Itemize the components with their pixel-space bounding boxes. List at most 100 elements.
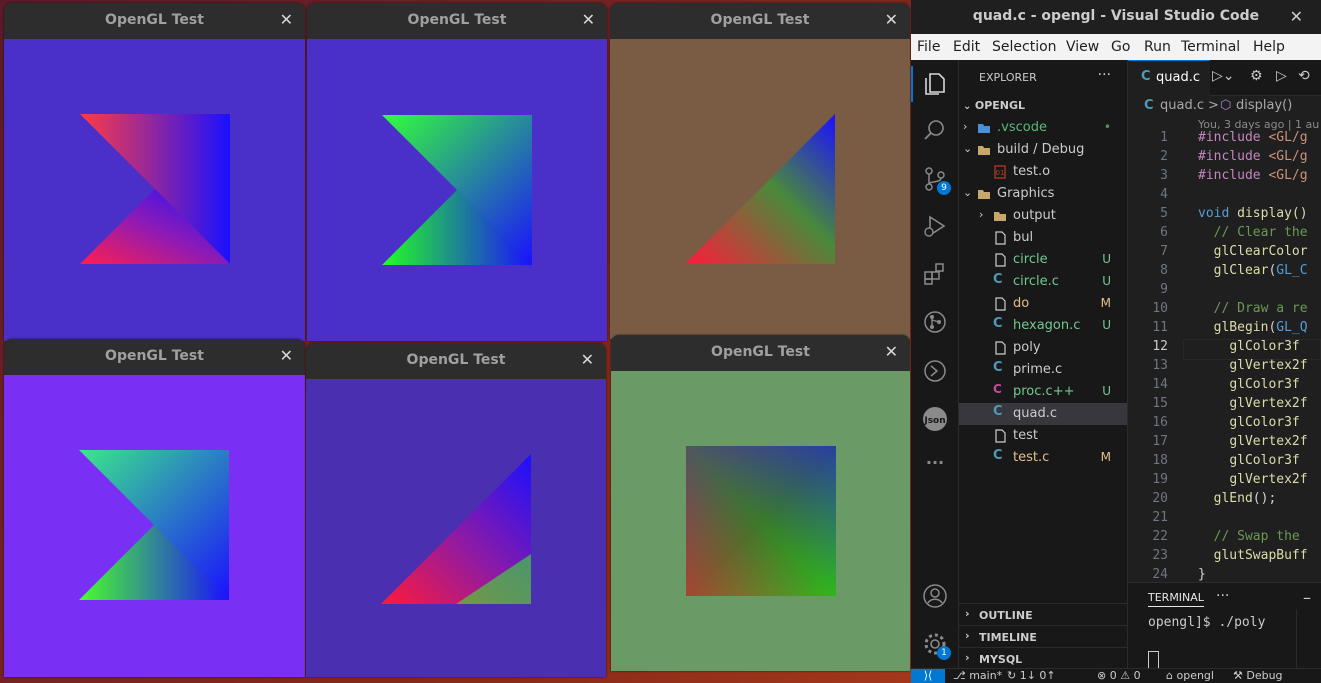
code-line[interactable]: 13 glVertex2f	[1128, 358, 1321, 377]
folder-status[interactable]: ⌂ opengl	[1166, 669, 1214, 683]
search-icon[interactable]	[921, 117, 949, 145]
run-options-icon[interactable]: ▷⌄	[1212, 68, 1235, 84]
problems-status[interactable]: ⊗ 0 ⚠ 0	[1097, 669, 1141, 683]
close-icon[interactable]: ✕	[280, 10, 293, 29]
window-titlebar[interactable]: OpenGL Test ✕	[4, 3, 305, 40]
opengl-window-5[interactable]: OpenGL Test ✕	[306, 343, 606, 677]
menu-help[interactable]: Help	[1253, 39, 1285, 55]
account-icon[interactable]	[921, 582, 949, 610]
close-icon[interactable]: ✕	[280, 346, 293, 365]
code-line[interactable]: 8 glClear(GL_C	[1128, 263, 1321, 282]
extensions-icon[interactable]	[921, 260, 949, 288]
code-line[interactable]: 11 glBegin(GL_Q	[1128, 320, 1321, 339]
tree-item[interactable]: Cproc.c++ U	[959, 381, 1127, 403]
code-line[interactable]: 9	[1128, 282, 1321, 301]
run-debug-icon[interactable]	[921, 212, 949, 240]
code-line[interactable]: 3 #include <GL/g	[1128, 168, 1321, 187]
code-line[interactable]: 4	[1128, 187, 1321, 206]
tree-item[interactable]: ⌄ build / Debug	[959, 139, 1127, 161]
remote-explorer-icon[interactable]	[921, 357, 949, 385]
close-icon[interactable]: ✕	[582, 10, 595, 29]
terminal-tab[interactable]: TERMINAL	[1148, 591, 1204, 607]
play-icon[interactable]: ▷	[1276, 68, 1287, 84]
build-status[interactable]: ⚒ Debug	[1233, 669, 1283, 683]
breadcrumb-symbol[interactable]: display()	[1236, 98, 1292, 113]
tree-item[interactable]: Chexagon.c U	[959, 315, 1127, 337]
tree-item[interactable]: › output	[959, 205, 1127, 227]
git-graph-icon[interactable]	[921, 308, 949, 336]
gear-icon[interactable]: 1	[921, 630, 951, 660]
workspace-root[interactable]: ⌄ OPENGL	[963, 99, 1025, 112]
code-line[interactable]: 2 #include <GL/g	[1128, 149, 1321, 168]
json-icon[interactable]: Json	[921, 405, 949, 433]
more-actions-icon[interactable]: ···	[1098, 67, 1111, 83]
more-icon[interactable]: ···	[921, 453, 949, 481]
opengl-window-4[interactable]: OpenGL Test ✕	[4, 339, 305, 677]
menu-go[interactable]: Go	[1111, 39, 1130, 55]
opengl-window-2[interactable]: OpenGL Test ✕	[307, 3, 607, 341]
more-actions-icon[interactable]: ···	[1216, 588, 1229, 604]
code-line[interactable]: 18 glColor3f	[1128, 453, 1321, 472]
window-titlebar[interactable]: OpenGL Test ✕	[611, 335, 910, 372]
tree-item[interactable]: do M	[959, 293, 1127, 315]
menu-edit[interactable]: Edit	[953, 39, 980, 55]
explorer-icon[interactable]	[921, 70, 949, 98]
opengl-window-3[interactable]: OpenGL Test ✕	[610, 3, 910, 339]
code-line[interactable]: 7 glClearColor	[1128, 244, 1321, 263]
gear-icon[interactable]: ⚙	[1250, 68, 1263, 84]
tree-item[interactable]: Cprime.c	[959, 359, 1127, 381]
code-line[interactable]: 10 // Draw a re	[1128, 301, 1321, 320]
code-line[interactable]: 21	[1128, 510, 1321, 529]
compare-icon[interactable]: ⟲	[1298, 68, 1310, 84]
panel-mysql[interactable]: › MYSQL	[959, 647, 1127, 670]
remote-indicator-icon[interactable]: ⟩⟨	[911, 669, 945, 683]
window-titlebar[interactable]: OpenGL Test ✕	[610, 3, 910, 40]
close-icon[interactable]: ✕	[1290, 7, 1303, 26]
code-line[interactable]: 12 glColor3f	[1128, 339, 1321, 360]
close-icon[interactable]: ✕	[885, 10, 898, 29]
window-titlebar[interactable]: OpenGL Test ✕	[306, 343, 606, 380]
tree-item[interactable]: Cquad.c	[959, 403, 1127, 425]
branch-status[interactable]: ⎇ main*	[953, 669, 1002, 683]
menu-view[interactable]: View	[1066, 39, 1099, 55]
code-line[interactable]: 17 glVertex2f	[1128, 434, 1321, 453]
breadcrumb-file[interactable]: quad.c	[1160, 98, 1204, 113]
opengl-window-6[interactable]: OpenGL Test ✕	[611, 335, 910, 671]
menu-run[interactable]: Run	[1144, 39, 1171, 55]
minus-icon[interactable]: –	[1303, 588, 1311, 607]
tab-quad-c[interactable]: C quad.c	[1128, 60, 1210, 96]
panel-outline[interactable]: › OUTLINE	[959, 603, 1127, 626]
sync-status[interactable]: ↻ 1↓ 0↑	[1007, 669, 1056, 683]
window-titlebar[interactable]: quad.c - opengl - Visual Studio Code ✕	[911, 0, 1321, 34]
source-control-icon[interactable]: 9	[921, 165, 951, 195]
code-line[interactable]: 19 glVertex2f	[1128, 472, 1321, 491]
tree-item[interactable]: Ccircle.c U	[959, 271, 1127, 293]
tree-item[interactable]: 01 test.o	[959, 161, 1127, 183]
code-line[interactable]: 22 // Swap the	[1128, 529, 1321, 548]
tree-item[interactable]: ⌄ Graphics	[959, 183, 1127, 205]
close-icon[interactable]: ✕	[885, 342, 898, 361]
window-titlebar[interactable]: OpenGL Test ✕	[307, 3, 607, 40]
tree-item[interactable]: › .vscode •	[959, 117, 1127, 139]
tree-item[interactable]: Ctest.c M	[959, 447, 1127, 469]
code-line[interactable]: 23 glutSwapBuff	[1128, 548, 1321, 567]
vscode-window[interactable]: quad.c - opengl - Visual Studio Code ✕ F…	[911, 0, 1321, 683]
menu-terminal[interactable]: Terminal	[1181, 39, 1240, 55]
tree-item[interactable]: circle U	[959, 249, 1127, 271]
tree-item[interactable]: test	[959, 425, 1127, 447]
opengl-window-1[interactable]: OpenGL Test ✕	[4, 3, 305, 341]
code-line[interactable]: 14 glColor3f	[1128, 377, 1321, 396]
tree-item[interactable]: poly	[959, 337, 1127, 359]
menu-file[interactable]: File	[917, 39, 940, 55]
code-line[interactable]: 1 #include <GL/g	[1128, 130, 1321, 149]
tree-item[interactable]: bul	[959, 227, 1127, 249]
menu-selection[interactable]: Selection	[992, 39, 1057, 55]
panel-timeline[interactable]: › TIMELINE	[959, 625, 1127, 648]
code-line[interactable]: 5 void display()	[1128, 206, 1321, 225]
code-line[interactable]: 6 // Clear the	[1128, 225, 1321, 244]
code-line[interactable]: 16 glColor3f	[1128, 415, 1321, 434]
window-titlebar[interactable]: OpenGL Test ✕	[4, 339, 305, 376]
code-line[interactable]: 20 glEnd();	[1128, 491, 1321, 510]
terminal-panel[interactable]: TERMINAL ··· – opengl]$ ./poly	[1128, 582, 1321, 669]
close-icon[interactable]: ✕	[581, 350, 594, 369]
